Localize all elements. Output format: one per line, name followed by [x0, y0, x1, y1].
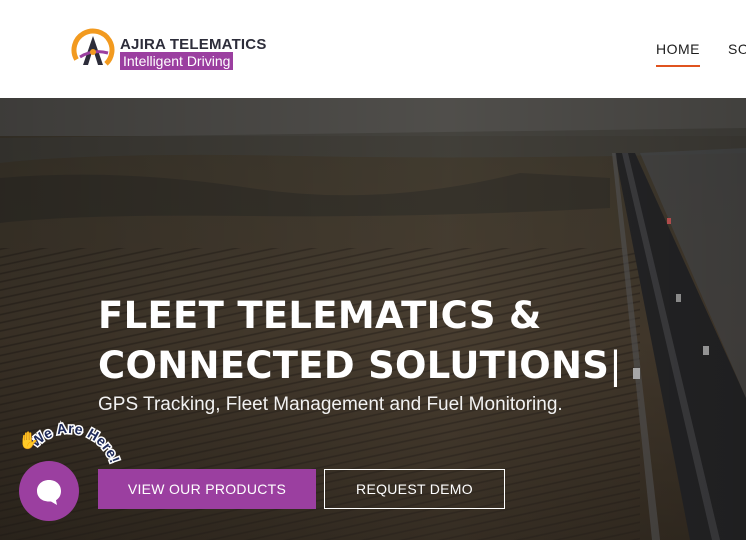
headline-line-1: FLEET TELEMATICS &: [98, 294, 542, 337]
wave-hand-icon: ✋: [18, 431, 40, 450]
ajira-logo-icon: [71, 28, 115, 72]
headline-line-2: CONNECTED SOLUTIONS: [98, 344, 610, 387]
request-demo-button[interactable]: REQUEST DEMO: [324, 469, 505, 509]
nav-item-home[interactable]: HOME: [656, 41, 700, 67]
nav-item-solutions[interactable]: SO: [728, 41, 746, 57]
open-chat-button[interactable]: [19, 461, 79, 521]
hero-section: FLEET TELEMATICS & CONNECTED SOLUTIONS| …: [0, 98, 746, 540]
brand-tagline: Intelligent Driving: [120, 52, 234, 70]
site-header: AJIRA TELEMATICS Intelligent Driving HOM…: [0, 0, 746, 98]
hero-subheadline: GPS Tracking, Fleet Management and Fuel …: [98, 394, 563, 415]
logo[interactable]: AJIRA TELEMATICS Intelligent Driving: [70, 27, 270, 73]
typing-cursor: |: [609, 344, 623, 387]
brand-name: AJIRA TELEMATICS: [120, 36, 267, 53]
hero-headline: FLEET TELEMATICS & CONNECTED SOLUTIONS|: [98, 291, 622, 391]
chat-icon: [37, 480, 61, 505]
view-products-button[interactable]: VIEW OUR PRODUCTS: [98, 469, 316, 509]
chat-widget[interactable]: We Are Here! ✋: [14, 418, 124, 538]
